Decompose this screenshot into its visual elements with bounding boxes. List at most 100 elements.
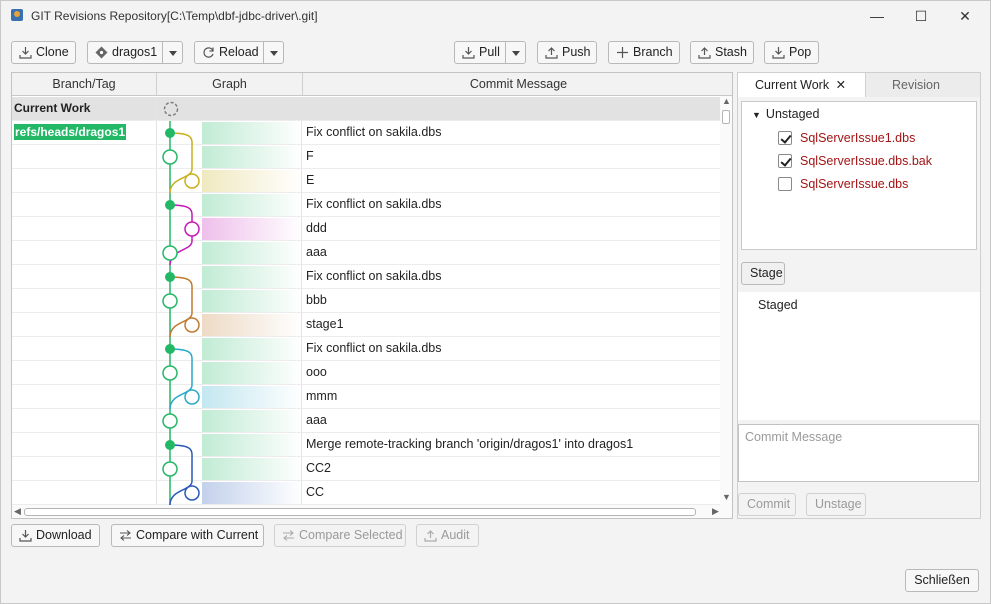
- pull-dropdown[interactable]: [505, 41, 526, 64]
- unstaged-file[interactable]: SqlServerIssue.dbs.bak: [778, 152, 932, 170]
- title-bar: GIT Revisions Repository[C:\Temp\dbf-jdb…: [1, 1, 990, 31]
- merge-commit-node[interactable]: [165, 440, 175, 450]
- side-panel: Current Work ✕ Revision ▼ Unstaged SqlSer…: [737, 72, 981, 519]
- revisions-grid[interactable]: Branch/Tag Graph Commit Message Current …: [11, 72, 733, 519]
- branch-select-dropdown[interactable]: [162, 41, 183, 64]
- download-icon: [462, 47, 475, 59]
- expand-arrow-icon[interactable]: ▼: [752, 110, 761, 120]
- branch-select[interactable]: dragos1: [87, 41, 163, 64]
- file-name: SqlServerIssue.dbs.bak: [800, 154, 933, 168]
- commit-row[interactable]: Fix conflict on sakila.dbs: [12, 337, 720, 361]
- branch-tag-cell: [12, 169, 157, 192]
- stash-button[interactable]: Stash: [690, 41, 754, 64]
- branch-button[interactable]: Branch: [608, 41, 680, 64]
- maximize-button[interactable]: ☐: [901, 5, 941, 27]
- tab-current-work[interactable]: Current Work ✕: [738, 73, 865, 97]
- tab-revision[interactable]: Revision: [865, 73, 980, 97]
- commit-node[interactable]: [162, 293, 178, 309]
- commit-row[interactable]: ooo: [12, 361, 720, 385]
- branch-tag-cell: [12, 289, 157, 312]
- commit-row[interactable]: mmm: [12, 385, 720, 409]
- commit-node[interactable]: [184, 485, 200, 501]
- reload-button[interactable]: Reload: [194, 41, 264, 64]
- close-window-button[interactable]: ✕: [945, 5, 985, 27]
- column-header-branch[interactable]: Branch/Tag: [12, 73, 157, 96]
- commit-band: [202, 290, 302, 312]
- minimize-button[interactable]: —: [857, 5, 897, 27]
- close-button[interactable]: Schließen: [905, 569, 979, 592]
- pop-label: Pop: [789, 45, 812, 59]
- scroll-up-arrow[interactable]: ▲: [722, 96, 731, 106]
- column-header-graph[interactable]: Graph: [157, 73, 303, 96]
- commit-row[interactable]: Merge remote-tracking branch 'origin/dra…: [12, 433, 720, 457]
- compare-with-current-button[interactable]: Compare with Current: [111, 524, 264, 547]
- commit-row[interactable]: E: [12, 169, 720, 193]
- file-checkbox[interactable]: [778, 131, 792, 145]
- merge-commit-node[interactable]: [165, 128, 175, 138]
- staged-area[interactable]: Staged: [738, 292, 980, 420]
- clone-button[interactable]: Clone: [11, 41, 76, 64]
- file-checkbox[interactable]: [778, 177, 792, 191]
- commit-row[interactable]: Fix conflict on sakila.dbs: [12, 265, 720, 289]
- push-button[interactable]: Push: [537, 41, 597, 64]
- merge-commit-node[interactable]: [165, 272, 175, 282]
- compare-arrows-icon: [283, 530, 294, 541]
- download-button[interactable]: Download: [11, 524, 100, 547]
- graph-cell: [157, 97, 302, 120]
- commit-band: [202, 146, 302, 168]
- commit-band: [202, 410, 302, 432]
- horizontal-scrollbar[interactable]: ◀ ▶: [12, 505, 732, 518]
- column-header-message[interactable]: Commit Message: [303, 73, 732, 96]
- commit-node[interactable]: [184, 173, 200, 189]
- audit-button[interactable]: Audit: [416, 524, 479, 547]
- commit-row[interactable]: Fix conflict on sakila.dbs: [12, 193, 720, 217]
- compare-selected-button[interactable]: Compare Selected: [274, 524, 406, 547]
- unstaged-file[interactable]: SqlServerIssue.dbs: [778, 175, 908, 193]
- pull-button[interactable]: Pull: [454, 41, 506, 64]
- commit-row[interactable]: F: [12, 145, 720, 169]
- pop-button[interactable]: Pop: [764, 41, 819, 64]
- commit-node[interactable]: [184, 221, 200, 237]
- branch-tag-cell: [12, 217, 157, 240]
- reload-dropdown[interactable]: [263, 41, 284, 64]
- commit-row[interactable]: aaa: [12, 241, 720, 265]
- commit-node[interactable]: [162, 365, 178, 381]
- vertical-scroll-thumb[interactable]: [722, 110, 730, 124]
- stage-button[interactable]: Stage: [741, 262, 785, 285]
- commit-node[interactable]: [162, 413, 178, 429]
- file-checkbox[interactable]: [778, 154, 792, 168]
- commit-node[interactable]: [162, 461, 178, 477]
- commit-node[interactable]: [184, 317, 200, 333]
- vertical-scrollbar[interactable]: ▲ ▼: [720, 96, 732, 506]
- commit-row[interactable]: stage1: [12, 313, 720, 337]
- scroll-left-arrow[interactable]: ◀: [14, 506, 21, 517]
- stash-label: Stash: [715, 45, 747, 59]
- pull-label: Pull: [479, 45, 500, 59]
- commit-message-input[interactable]: Commit Message: [738, 424, 979, 482]
- scroll-down-arrow[interactable]: ▼: [722, 492, 731, 502]
- commit-row[interactable]: refs/heads/dragos1 Fix conflict on sakila…: [12, 121, 720, 145]
- branch-label: Branch: [633, 45, 673, 59]
- branch-tag-cell: [12, 241, 157, 264]
- unstage-button[interactable]: Unstage: [806, 493, 866, 516]
- commit-button[interactable]: Commit: [738, 493, 796, 516]
- commit-message: mmm: [306, 389, 338, 403]
- commit-node[interactable]: [162, 149, 178, 165]
- scroll-right-arrow[interactable]: ▶: [712, 506, 719, 517]
- merge-commit-node[interactable]: [165, 344, 175, 354]
- tab-close-icon[interactable]: ✕: [836, 78, 846, 92]
- unstaged-tree[interactable]: ▼ Unstaged SqlServerIssue1.dbs SqlServerI…: [741, 101, 977, 250]
- commit-row[interactable]: CC2: [12, 457, 720, 481]
- merge-commit-node[interactable]: [165, 200, 175, 210]
- commit-row[interactable]: ddd: [12, 217, 720, 241]
- unstaged-file[interactable]: SqlServerIssue1.dbs: [778, 129, 915, 147]
- unstaged-node[interactable]: ▼ Unstaged: [752, 107, 819, 121]
- commit-node[interactable]: [184, 389, 200, 405]
- commit-row[interactable]: bbb: [12, 289, 720, 313]
- commit-row[interactable]: CC: [12, 481, 720, 505]
- current-work-row[interactable]: Current Work: [12, 97, 720, 121]
- commit-row[interactable]: aaa: [12, 409, 720, 433]
- horizontal-scroll-thumb[interactable]: [24, 508, 696, 516]
- download-label: Download: [36, 528, 92, 542]
- commit-node[interactable]: [162, 245, 178, 261]
